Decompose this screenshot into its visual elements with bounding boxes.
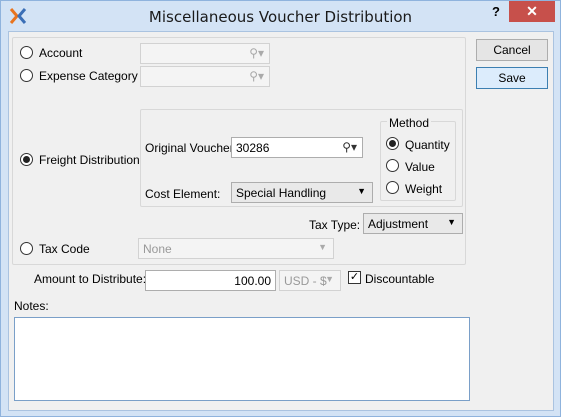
chevron-down-icon: ▼ <box>357 186 366 196</box>
discountable-checkbox[interactable]: ✓ <box>348 271 361 284</box>
method-quantity-radio[interactable] <box>386 137 399 150</box>
title-bar: Miscellaneous Voucher Distribution ? ✕ <box>1 1 560 31</box>
account-input[interactable]: ⚲▾ <box>140 43 270 64</box>
account-radio[interactable] <box>20 46 33 59</box>
notes-label: Notes: <box>14 299 49 313</box>
expense-category-label: Expense Category <box>39 69 138 83</box>
tax-type-value: Adjustment <box>368 217 429 231</box>
amount-value: 100.00 <box>234 274 271 288</box>
expense-category-radio[interactable] <box>20 69 33 82</box>
save-button[interactable]: Save <box>476 67 548 89</box>
currency-select[interactable]: USD - $ ▼ <box>279 270 341 291</box>
method-value-radio[interactable] <box>386 159 399 172</box>
search-icon[interactable]: ⚲▾ <box>249 69 264 83</box>
method-title: Method <box>387 116 432 130</box>
chevron-down-icon: ▼ <box>318 242 327 252</box>
tax-type-select[interactable]: Adjustment ▼ <box>363 213 463 234</box>
expense-category-input[interactable]: ⚲▾ <box>140 66 270 87</box>
method-weight-label: Weight <box>405 182 443 196</box>
method-quantity-label: Quantity <box>405 138 450 152</box>
cost-element-label: Cost Element: <box>145 187 221 201</box>
method-value-label: Value <box>405 160 435 174</box>
help-button[interactable]: ? <box>483 4 509 24</box>
chevron-down-icon: ▼ <box>325 274 334 284</box>
notes-textarea[interactable] <box>14 317 470 401</box>
tax-code-radio[interactable] <box>20 242 33 255</box>
dialog-body: Account ⚲▾ Expense Category ⚲▾ Freight D… <box>8 31 554 411</box>
method-weight-radio[interactable] <box>386 181 399 194</box>
discountable-label: Discountable <box>365 272 435 286</box>
original-voucher-label: Original Voucher: <box>145 141 238 155</box>
tax-type-label: Tax Type: <box>309 218 361 232</box>
search-icon[interactable]: ⚲▾ <box>342 140 357 154</box>
amount-label: Amount to Distribute: <box>34 272 147 286</box>
amount-input[interactable]: 100.00 <box>145 270 276 291</box>
account-label: Account <box>39 46 83 60</box>
tax-code-select[interactable]: None ▼ <box>138 238 334 259</box>
window-title: Miscellaneous Voucher Distribution <box>148 8 413 26</box>
original-voucher-value: 30286 <box>236 141 270 155</box>
freight-distribution-label: Freight Distribution <box>39 153 140 167</box>
freight-distribution-radio[interactable] <box>20 153 33 166</box>
search-icon[interactable]: ⚲▾ <box>249 46 264 60</box>
cost-element-value: Special Handling <box>236 186 327 200</box>
cost-element-select[interactable]: Special Handling ▼ <box>231 182 373 203</box>
chevron-down-icon: ▼ <box>447 217 456 227</box>
tax-code-value: None <box>143 242 172 256</box>
original-voucher-input[interactable]: 30286 ⚲▾ <box>231 137 363 158</box>
currency-value: USD - $ <box>284 274 327 288</box>
dialog-window: Miscellaneous Voucher Distribution ? ✕ A… <box>0 0 561 417</box>
close-button[interactable]: ✕ <box>509 1 555 22</box>
cancel-button[interactable]: Cancel <box>476 39 548 61</box>
tax-code-label: Tax Code <box>39 242 90 256</box>
